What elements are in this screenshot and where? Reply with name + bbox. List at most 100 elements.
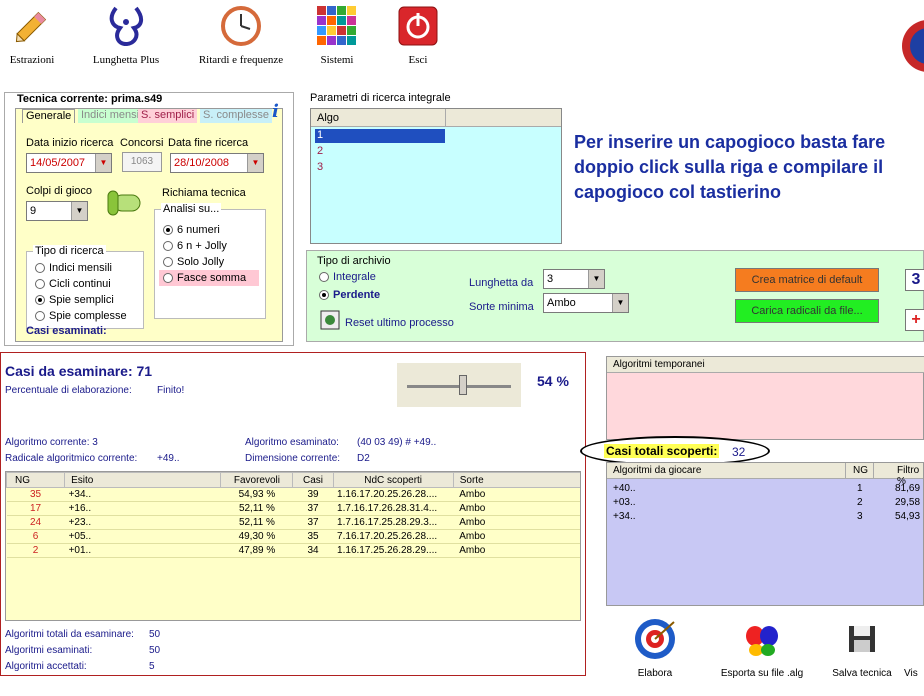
chevron-down-icon[interactable]: ▼ [612,294,628,312]
chevron-down-icon[interactable]: ▼ [247,154,263,172]
temp-panel[interactable]: Algoritmi temporanei [606,356,924,440]
data-fine-label: Data fine ricerca [168,137,249,149]
parametri-panel: Parametri di ricerca integrale Algo 1 2 … [306,92,924,248]
analisi-6-numeri[interactable]: 6 numeri [163,224,220,236]
table-row[interactable]: 24 +23.. 52,11 % 37 1.7.16.17.25.28.29.3... A… [6,516,580,530]
giocare-cell[interactable]: +40.. [613,483,636,494]
parametri-grid[interactable]: Algo 1 2 3 [310,108,562,244]
tipo-cicli-continui[interactable]: Cicli continui [35,278,111,290]
chevron-down-icon[interactable]: ▼ [588,270,604,288]
salva-button[interactable]: Salva tecnica [826,624,898,679]
giocare-cell[interactable]: 81,69 [895,483,920,494]
reset-icon[interactable] [319,309,341,331]
tab-s-complesse[interactable]: S. complesse [200,109,273,123]
table-row[interactable]: 35 +34.. 54,93 % 39 1.16.17.20.25.26.28.... A… [6,488,580,502]
radio-icon[interactable] [35,279,45,290]
tipo-option: Spie complesse [49,310,127,322]
colpi-value: 9 [30,205,37,217]
chevron-down-icon[interactable]: ▼ [71,202,87,220]
tipo-indici-mensili[interactable]: Indici mensili [35,262,112,274]
casi-table: NG Esito Favorevoli Casi NdC scoperti So… [6,472,580,558]
tipo-spie-complesse[interactable]: Spie complesse [35,310,127,322]
giocare-cell[interactable]: +34.. [613,511,636,522]
radio-icon[interactable] [163,257,173,268]
giocare-cell[interactable]: 2 [857,497,863,508]
col-algoritmi: Algoritmi da giocare [613,465,702,476]
table-row[interactable]: 17 +16.. 52,11 % 37 1.7.16.17.26.28.31.4... A… [6,502,580,516]
col-esito: Esito [64,472,222,488]
tab-indici-mensili[interactable]: Indici mensili [78,109,147,123]
parametri-info: Per inserire un capogioco basta fare dop… [574,132,886,202]
radio-icon[interactable] [319,290,329,301]
table-row[interactable]: 6 +05.. 49,30 % 35 7.16.17.20.25.26.28.... Am… [6,530,580,544]
radio-icon[interactable] [35,263,45,274]
recall-technique-icon[interactable] [106,183,144,221]
tipo-ricerca-group: Tipo di ricerca Indici mensili Cicli con… [26,245,144,329]
tab-generale[interactable]: Generale [22,109,76,123]
cell-ndc: 1.7.16.17.25.28.29.3... [337,517,438,528]
cell-favorevoli: 52,11 % [238,517,275,528]
richiama-label[interactable]: Richiama tecnica [162,187,246,199]
casi-title: Casi da esaminare: 71 [5,363,153,379]
perc-status: Finito! [157,385,185,396]
sorte-field[interactable]: Ambo ▼ [543,293,629,313]
cell-ndc: 1.7.16.17.26.28.31.4... [337,503,438,514]
floppy-icon [847,624,877,654]
radio-icon[interactable] [163,273,173,284]
elabora-button[interactable]: Elabora [624,616,686,679]
radio-icon[interactable] [163,225,173,236]
slider-thumb[interactable] [459,375,467,395]
esporta-label: Esporta su file .alg [720,668,804,679]
reset-button[interactable]: Reset ultimo processo [345,317,454,329]
giocare-grid[interactable]: Algoritmi da giocare NG Filtro % +40.. 1… [606,462,924,606]
carica-radicali-button[interactable]: Carica radicali da file... [735,299,879,323]
toolbar-sistemi[interactable]: Sistemi [310,4,364,66]
toolbar-lunghetta-plus[interactable]: Lunghetta Plus [80,4,172,66]
data-inizio-field[interactable]: 14/05/2007 ▼ [26,153,112,173]
analisi-fasce-somma[interactable]: Fasce somma [159,270,259,286]
parametri-row[interactable]: 3 [317,161,323,173]
progress-slider[interactable] [397,363,521,407]
radio-icon[interactable] [35,295,45,306]
giocare-cell[interactable]: +03.. [613,497,636,508]
analisi-6-jolly[interactable]: 6 n + Jolly [163,240,227,252]
toolbar-esci[interactable]: Esci [394,4,442,66]
lunghetta-field[interactable]: 3 ▼ [543,269,605,289]
giocare-cell[interactable]: 1 [857,483,863,494]
crea-matrice-button[interactable]: Crea matrice di default [735,268,879,292]
lunghetta-label: Lunghetta da [469,277,534,289]
add-button[interactable]: + [905,309,924,331]
parametri-header: Algo [311,109,561,127]
vis-button[interactable]: Vis [904,668,924,679]
giocare-cell[interactable]: 3 [857,511,863,522]
giocare-cell[interactable]: 54,93 [895,511,920,522]
archivio-perdente[interactable]: Perdente [319,289,380,301]
cell-casi: 34 [307,545,319,556]
table-row[interactable]: 2 +01.. 47,89 % 34 1.16.17.25.26.28.29.... Am… [6,544,580,558]
toolbar-estrazioni[interactable]: Estrazioni [0,4,64,66]
radicale-value: +49.. [157,453,180,464]
tab-s-semplici[interactable]: S. semplici [138,109,198,123]
tipo-spie-semplici[interactable]: Spie semplici [35,294,114,306]
casi-esaminati-label: Casi esaminati: [26,325,107,337]
toolbar-ritardi[interactable]: Ritardi e frequenze [184,4,298,66]
analisi-solo-jolly[interactable]: Solo Jolly [163,256,224,268]
archivio-integrale[interactable]: Integrale [319,271,376,283]
data-fine-field[interactable]: 28/10/2008 ▼ [170,153,264,173]
chevron-down-icon[interactable]: ▼ [95,154,111,172]
parametri-row[interactable]: 1 [315,129,445,143]
info-icon[interactable]: i [272,101,279,122]
esporta-button[interactable]: Esporta su file .alg [712,624,812,679]
colpi-field[interactable]: 9 ▼ [26,201,88,221]
colpi-label: Colpi di gioco [26,185,93,197]
cell-ndc: 7.16.17.20.25.26.28.... [337,531,438,542]
giocare-cell[interactable]: 29,58 [895,497,920,508]
radio-icon[interactable] [35,311,45,322]
lunghetta-value: 3 [547,273,554,285]
radio-icon[interactable] [163,241,173,252]
cell-esito: +01.. [68,545,92,556]
radio-icon[interactable] [319,272,329,283]
cell-casi: 35 [307,531,319,542]
parametri-row[interactable]: 2 [317,145,323,157]
casi-grid[interactable]: NG Esito Favorevoli Casi NdC scoperti So… [5,471,581,621]
